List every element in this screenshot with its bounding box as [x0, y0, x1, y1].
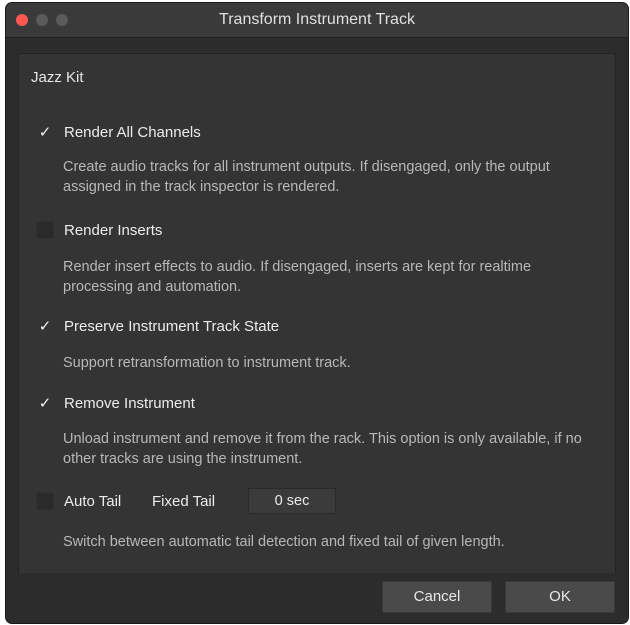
- auto-tail-description: Switch between automatic tail detection …: [63, 534, 505, 550]
- remove-instrument-checkbox[interactable]: ✓: [36, 394, 54, 412]
- render-inserts-option[interactable]: Render Inserts: [36, 219, 162, 241]
- remove-instrument-option[interactable]: ✓ Remove Instrument: [36, 392, 195, 414]
- title-bar: Transform Instrument Track: [6, 3, 628, 38]
- remove-instrument-description: Unload instrument and remove it from the…: [63, 431, 582, 467]
- fixed-tail-length-field[interactable]: 0 sec: [248, 488, 336, 514]
- render-inserts-description: Render insert effects to audio. If disen…: [63, 259, 532, 295]
- preserve-instrument-track-state-option[interactable]: ✓ Preserve Instrument Track State: [36, 315, 279, 337]
- dialog-window: Transform Instrument Track Jazz Kit ✓ Re…: [6, 3, 628, 623]
- cancel-button[interactable]: Cancel: [382, 581, 492, 613]
- render-inserts-checkbox[interactable]: [36, 221, 54, 239]
- preserve-track-state-description: Support retransformation to instrument t…: [63, 355, 351, 371]
- preserve-track-state-label: Preserve Instrument Track State: [64, 317, 280, 335]
- auto-tail-option[interactable]: Auto Tail: [36, 490, 121, 512]
- render-inserts-label: Render Inserts: [64, 221, 163, 239]
- window-title: Transform Instrument Track: [219, 11, 415, 28]
- instrument-kit-name: Jazz Kit: [31, 69, 84, 86]
- fixed-tail-label: Fixed Tail: [152, 493, 216, 510]
- auto-tail-checkbox[interactable]: [36, 492, 54, 510]
- remove-instrument-label: Remove Instrument: [64, 394, 195, 412]
- ok-button[interactable]: OK: [505, 581, 615, 613]
- render-all-channels-checkbox[interactable]: ✓: [36, 123, 54, 141]
- preserve-track-state-checkbox[interactable]: ✓: [36, 317, 54, 335]
- render-all-channels-description: Create audio tracks for all instrument o…: [63, 159, 550, 195]
- render-all-channels-option[interactable]: ✓ Render All Channels: [36, 121, 201, 143]
- checkmark-icon: ✓: [38, 123, 52, 141]
- checkmark-icon: ✓: [38, 317, 52, 335]
- auto-tail-label: Auto Tail: [64, 492, 122, 510]
- render-all-channels-label: Render All Channels: [64, 123, 201, 141]
- checkmark-icon: ✓: [38, 394, 52, 412]
